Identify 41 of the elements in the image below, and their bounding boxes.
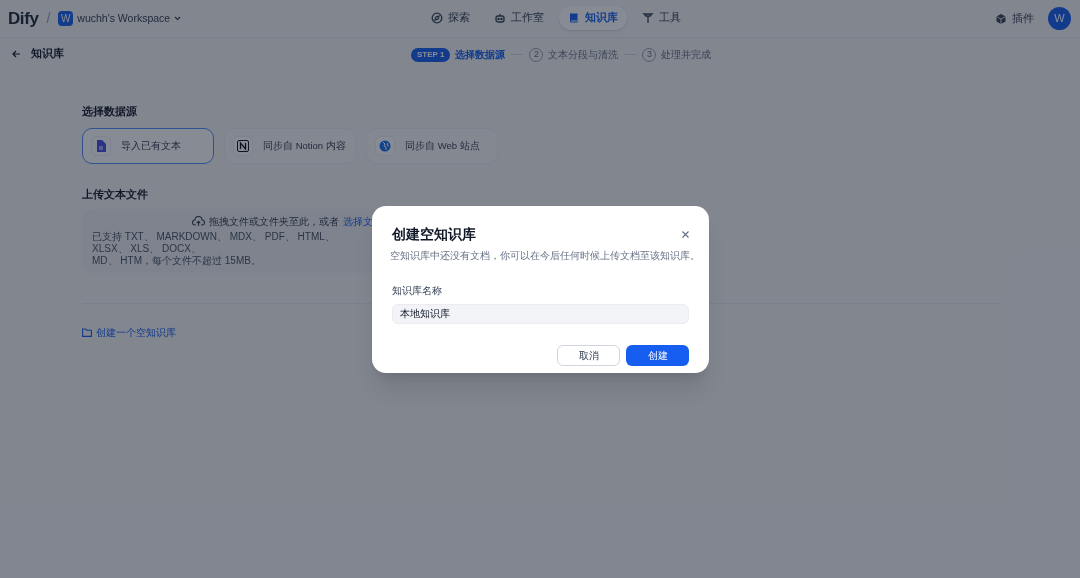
choose-file-link[interactable]: 选择文 (343, 214, 373, 229)
document-icon (96, 139, 106, 152)
globe-icon (379, 139, 391, 152)
source-card[interactable]: 导入已有文本 (82, 127, 214, 164)
name-input[interactable]: 本地知识库 (392, 304, 689, 325)
create-button[interactable]: 创建 (626, 345, 689, 367)
step: STEP 1 选择数据源 (411, 47, 506, 62)
close-icon[interactable] (682, 231, 689, 238)
cancel-button[interactable]: 取消 (557, 345, 620, 367)
arrow-left-icon (12, 50, 21, 58)
nav-tab[interactable]: 工作室 (485, 6, 553, 30)
nav-tab[interactable]: 工具 (633, 6, 690, 30)
section-title: 选择数据源 (82, 104, 138, 119)
field-label: 知识库名称 (392, 284, 443, 299)
back-link[interactable]: 知识库 (12, 46, 64, 62)
nav-tab[interactable]: 探索 (422, 6, 479, 30)
separator: / (46, 9, 51, 28)
workspace-name: wuchh's Workspace (77, 10, 171, 26)
upload-prompt: 拖拽文件或文件夹至此，或者 (209, 214, 339, 229)
source-card[interactable]: 同步自 Notion 内容 (224, 127, 356, 164)
section-title: 上传文本文件 (82, 186, 149, 202)
create-empty-link[interactable]: 创建一个空知识库 (82, 325, 1000, 340)
logo: Dify (8, 7, 39, 30)
cube-icon (996, 13, 1006, 24)
robot-icon (494, 12, 506, 24)
workspace-switcher[interactable]: W wuchh's Workspace (58, 10, 182, 27)
user-avatar[interactable]: W (1048, 7, 1071, 30)
compass-icon (431, 12, 443, 24)
upload-cloud-icon (192, 216, 205, 228)
book-icon (568, 12, 580, 24)
nav-tab[interactable]: 知识库 (559, 6, 627, 30)
folder-icon (82, 328, 92, 338)
supported-formats: MD、 HTM，每个文件不超过 15MB。 (92, 254, 261, 267)
plugins-button[interactable]: 插件 (996, 10, 1034, 27)
workspace-avatar: W (58, 11, 74, 26)
dialog-title: 创建空知识库 (392, 225, 476, 244)
step: 3 处理并完成 (642, 47, 712, 62)
supported-formats: 已支持 TXT、 MARKDOWN、 MDX、 PDF、 HTML、 XLSX、 XLS、 DOCX、 (92, 230, 336, 255)
notion-icon (237, 139, 249, 152)
source-card[interactable]: 同步自 Web 站点 (366, 127, 498, 164)
chevron-down-icon (174, 16, 182, 21)
